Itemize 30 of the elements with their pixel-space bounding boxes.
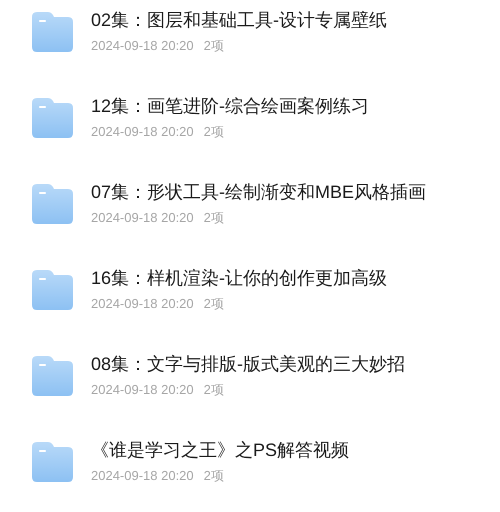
folder-title: 07集：形状工具-绘制渐变和MBE风格插画 <box>91 181 426 204</box>
item-count: 2项 <box>204 123 224 141</box>
folder-title: 08集：文字与排版-版式美观的三大妙招 <box>91 353 406 376</box>
folder-title: 《谁是学习之王》之PS解答视频 <box>91 439 350 462</box>
folder-title: 02集：图层和基础工具-设计专属壁纸 <box>91 9 388 32</box>
folder-row[interactable]: 07集：形状工具-绘制渐变和MBE风格插画 2024-09-18 20:20 2项 <box>0 172 500 258</box>
folder-title: 12集：画笔进阶-综合绘画案例练习 <box>91 95 370 118</box>
modified-date: 2024-09-18 20:20 <box>91 295 194 313</box>
modified-date: 2024-09-18 20:20 <box>91 123 194 141</box>
folder-icon <box>32 270 73 310</box>
item-count: 2项 <box>204 37 224 55</box>
item-count: 2项 <box>204 467 224 485</box>
folder-row[interactable]: 08集：文字与排版-版式美观的三大妙招 2024-09-18 20:20 2项 <box>0 344 500 430</box>
item-count: 2项 <box>204 209 224 227</box>
modified-date: 2024-09-18 20:20 <box>91 381 194 399</box>
folder-icon <box>32 442 73 482</box>
folder-row[interactable]: 12集：画笔进阶-综合绘画案例练习 2024-09-18 20:20 2项 <box>0 86 500 172</box>
item-count: 2项 <box>204 381 224 399</box>
folder-row[interactable]: 02集：图层和基础工具-设计专属壁纸 2024-09-18 20:20 2项 <box>0 0 500 86</box>
modified-date: 2024-09-18 20:20 <box>91 209 194 227</box>
folder-title: 16集：样机渲染-让你的创作更加高级 <box>91 267 388 290</box>
folder-row[interactable]: 16集：样机渲染-让你的创作更加高级 2024-09-18 20:20 2项 <box>0 258 500 344</box>
modified-date: 2024-09-18 20:20 <box>91 37 194 55</box>
modified-date: 2024-09-18 20:20 <box>91 467 194 485</box>
folder-icon <box>32 184 73 224</box>
item-count: 2项 <box>204 295 224 313</box>
folder-icon <box>32 356 73 396</box>
folder-icon <box>32 98 73 138</box>
folder-row[interactable]: 《谁是学习之王》之PS解答视频 2024-09-18 20:20 2项 <box>0 430 500 512</box>
folder-icon <box>32 12 73 52</box>
